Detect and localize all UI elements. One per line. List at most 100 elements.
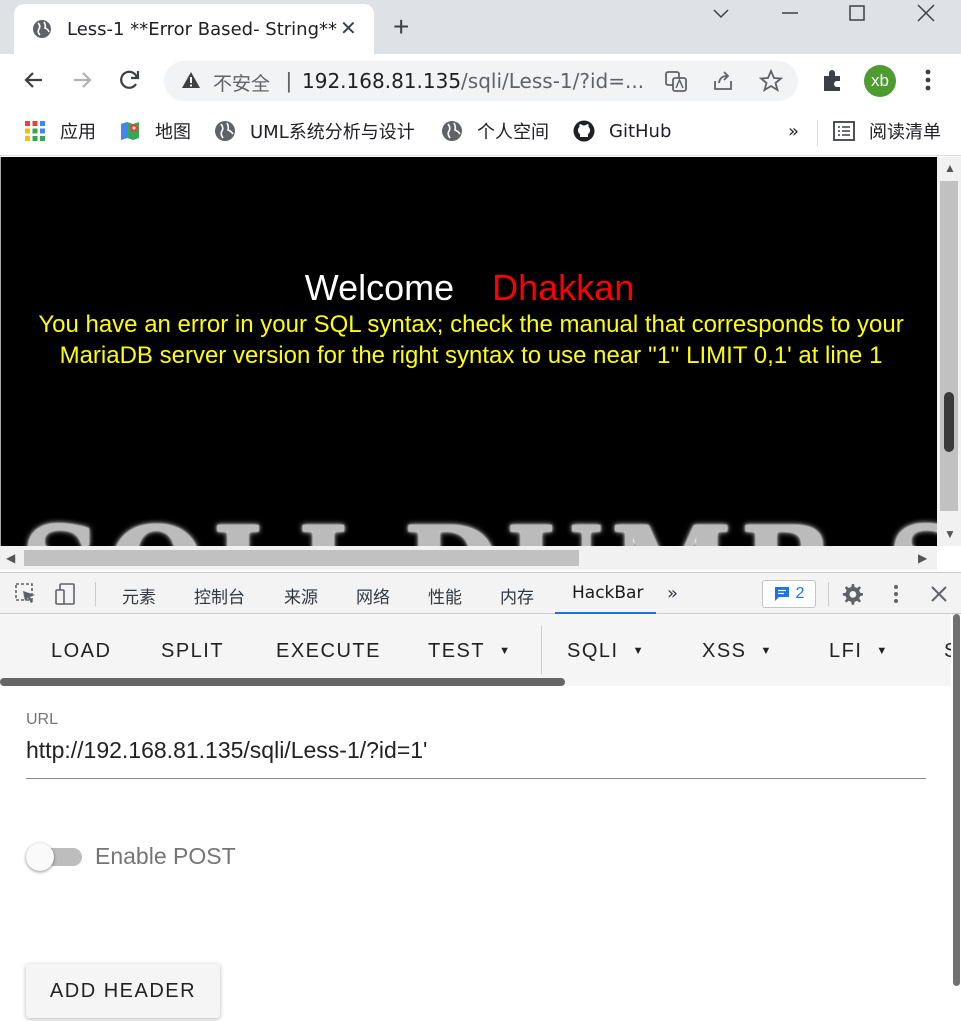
sqli-dropdown[interactable]: SQLI ▼ bbox=[567, 640, 645, 663]
device-toolbar-icon[interactable] bbox=[54, 582, 78, 606]
load-button[interactable]: LOAD bbox=[51, 640, 111, 663]
separator: | bbox=[286, 68, 292, 93]
new-tab-button[interactable]: + bbox=[393, 12, 409, 42]
reading-list-icon bbox=[833, 121, 855, 141]
bookmark-label: 地图 bbox=[155, 122, 191, 143]
devtools-tab-strip: 元素 控制台 来源 网络 性能 内存 HackBar » 2 bbox=[0, 572, 961, 614]
welcome-heading: Welcome Dhakkan bbox=[1, 267, 937, 309]
tab-elements[interactable]: 元素 bbox=[122, 583, 156, 608]
globe-icon bbox=[442, 121, 462, 141]
bookmarks-bar: 应用 地图 UML系统分析与设计 个人空间 GitHub » 阅读清单 bbox=[0, 108, 961, 156]
settings-gear-icon[interactable] bbox=[841, 582, 865, 606]
scrollbar-thumb[interactable] bbox=[940, 181, 958, 511]
page-vertical-scrollbar[interactable]: ▲ ▼ bbox=[937, 157, 961, 546]
tab-title: Less-1 **Error Based- String** bbox=[67, 19, 337, 40]
tab-memory[interactable]: 内存 bbox=[500, 583, 534, 608]
tab-hackbar[interactable]: HackBar bbox=[572, 583, 643, 603]
tab-sources[interactable]: 来源 bbox=[284, 583, 318, 608]
forward-arrow-icon[interactable] bbox=[68, 66, 96, 94]
scroll-down-arrow[interactable]: ▼ bbox=[944, 527, 956, 541]
bookmark-label: GitHub bbox=[609, 120, 672, 142]
lfi-label: LFI bbox=[829, 640, 863, 662]
sqli-dumb-logo: SQLI DUMB S bbox=[21, 502, 937, 546]
scroll-left-arrow[interactable]: ◀ bbox=[6, 551, 15, 565]
tab-console[interactable]: 控制台 bbox=[194, 583, 245, 608]
url-text[interactable]: 192.168.81.135/sqli/Less-1/?id=... bbox=[302, 69, 644, 93]
hackbar-horizontal-scrollbar[interactable] bbox=[0, 678, 565, 686]
devtools-menu-icon[interactable] bbox=[884, 582, 908, 606]
enable-post-label[interactable]: Enable POST bbox=[95, 843, 236, 870]
bookmarks-overflow-button[interactable]: » bbox=[788, 118, 799, 144]
divider bbox=[828, 582, 829, 606]
welcome-text: Welcome bbox=[304, 267, 455, 308]
devtools-close-icon[interactable] bbox=[929, 584, 949, 604]
address-bar[interactable]: 不安全 | 192.168.81.135/sqli/Less-1/?id=... bbox=[164, 61, 798, 101]
security-label[interactable]: 不安全 bbox=[213, 69, 270, 96]
divider bbox=[541, 626, 542, 674]
xss-dropdown[interactable]: XSS ▼ bbox=[702, 640, 773, 663]
globe-icon bbox=[33, 20, 51, 38]
bookmark-label: 个人空间 bbox=[477, 122, 549, 143]
url-input[interactable]: http://192.168.81.135/sqli/Less-1/?id=1' bbox=[26, 737, 926, 779]
message-count: 2 bbox=[795, 585, 805, 602]
dropdown-arrow-icon: ▼ bbox=[760, 645, 773, 657]
add-header-button[interactable]: ADD HEADER bbox=[26, 964, 220, 1018]
tab-network[interactable]: 网络 bbox=[356, 583, 390, 608]
sql-error-message: You have an error in your SQL syntax; ch… bbox=[38, 311, 904, 369]
dropdown-arrow-icon: ▼ bbox=[876, 645, 889, 657]
title-bar: Less-1 **Error Based- String** ✕ + bbox=[0, 0, 961, 54]
tab-performance[interactable]: 性能 bbox=[428, 583, 462, 608]
back-arrow-icon[interactable] bbox=[20, 66, 48, 94]
maps-icon bbox=[121, 122, 139, 140]
split-button[interactable]: SPLIT bbox=[161, 640, 224, 663]
reload-icon[interactable] bbox=[116, 66, 144, 94]
sqli-label: SQLI bbox=[567, 640, 619, 662]
execute-button[interactable]: EXECUTE bbox=[276, 640, 381, 663]
minimize-icon[interactable] bbox=[781, 11, 799, 15]
extensions-puzzle-icon[interactable] bbox=[818, 66, 846, 94]
messages-badge[interactable]: 2 bbox=[762, 580, 816, 608]
xss-label: XSS bbox=[702, 640, 747, 662]
hackbar-vertical-scrollbar[interactable] bbox=[951, 614, 961, 1021]
chevron-down-icon[interactable] bbox=[712, 8, 730, 20]
dropdown-arrow-icon: ▼ bbox=[632, 645, 645, 657]
message-icon bbox=[774, 587, 789, 601]
bookmark-maps[interactable]: 地图 bbox=[119, 118, 191, 144]
menu-kebab-icon[interactable] bbox=[914, 66, 942, 94]
scroll-right-arrow[interactable]: ▶ bbox=[918, 551, 927, 565]
url-field-label: URL bbox=[26, 711, 59, 728]
divider bbox=[817, 120, 818, 146]
browser-toolbar: 不安全 | 192.168.81.135/sqli/Less-1/?id=...… bbox=[0, 54, 961, 108]
profile-avatar[interactable]: xb bbox=[864, 65, 896, 97]
lfi-dropdown[interactable]: LFI ▼ bbox=[829, 640, 889, 663]
divider bbox=[95, 582, 96, 606]
test-dropdown[interactable]: TEST ▼ bbox=[428, 640, 512, 663]
page-viewport: Welcome Dhakkan You have an error in your… bbox=[0, 157, 937, 546]
reading-list-label: 阅读清单 bbox=[869, 122, 941, 143]
scrollbar-thumb[interactable] bbox=[24, 550, 579, 566]
globe-icon bbox=[215, 121, 235, 141]
star-icon[interactable] bbox=[759, 69, 783, 93]
page-horizontal-scrollbar[interactable]: ◀ ▶ bbox=[0, 546, 937, 570]
url-path: /sqli/Less-1/?id=... bbox=[461, 69, 645, 93]
more-tabs-button[interactable]: » bbox=[667, 583, 678, 604]
maximize-icon[interactable] bbox=[849, 5, 865, 21]
warning-icon[interactable] bbox=[181, 71, 201, 89]
browser-tab[interactable]: Less-1 **Error Based- String** ✕ bbox=[14, 4, 374, 54]
bookmark-apps[interactable]: 应用 bbox=[24, 118, 96, 144]
scrollbar-thumb[interactable] bbox=[953, 614, 960, 986]
reading-list-button[interactable]: 阅读清单 bbox=[833, 118, 941, 144]
bookmark-uml[interactable]: UML系统分析与设计 bbox=[214, 118, 415, 144]
scroll-up-arrow[interactable]: ▲ bbox=[944, 161, 956, 175]
scroll-position-indicator bbox=[944, 392, 954, 452]
test-label: TEST bbox=[428, 640, 486, 662]
tab-close-icon[interactable]: ✕ bbox=[340, 16, 357, 41]
enable-post-toggle[interactable] bbox=[26, 843, 82, 871]
share-icon[interactable] bbox=[711, 69, 735, 93]
dropdown-arrow-icon: ▼ bbox=[499, 645, 512, 657]
bookmark-github[interactable]: GitHub bbox=[573, 118, 671, 144]
bookmark-personal[interactable]: 个人空间 bbox=[441, 118, 549, 144]
translate-icon[interactable] bbox=[664, 69, 688, 93]
inspect-element-icon[interactable] bbox=[15, 583, 37, 605]
window-close-icon[interactable] bbox=[917, 4, 935, 22]
